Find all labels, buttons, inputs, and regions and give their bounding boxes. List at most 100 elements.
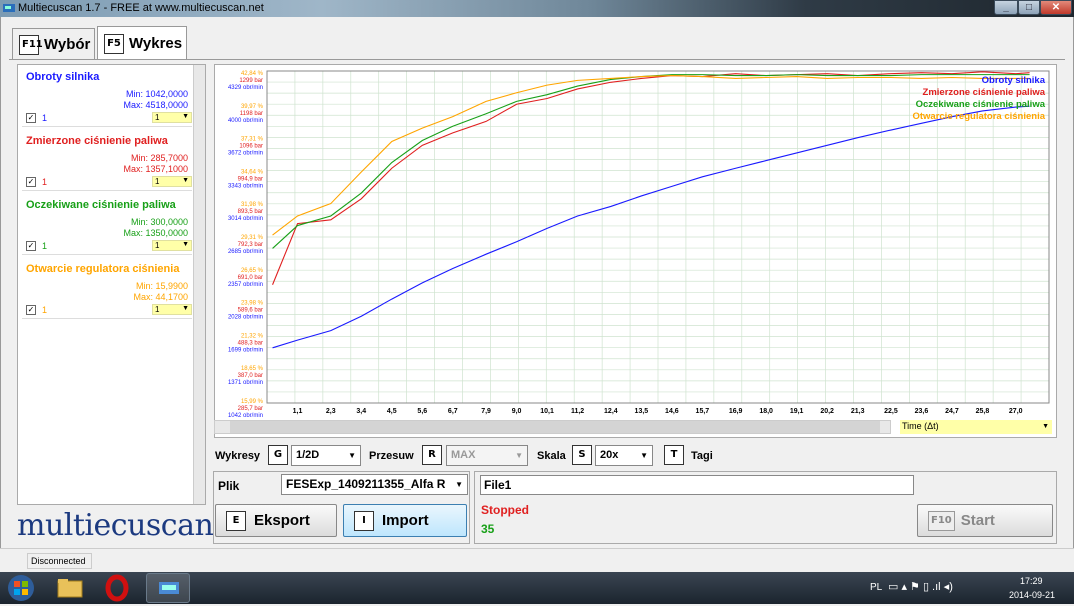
x-tick-label: 16,9 — [729, 408, 743, 415]
series-item[interactable]: Oczekiwane ciśnienie paliwa Min: 300,000… — [22, 193, 192, 255]
series-checkbox[interactable]: ✓ — [26, 305, 36, 315]
start-menu-button[interactable] — [2, 573, 40, 603]
series-item[interactable]: Otwarcie regulatora ciśnienia Min: 15,99… — [22, 257, 192, 319]
language-indicator[interactable]: PL — [870, 582, 882, 593]
przesuw-value: MAX — [451, 449, 476, 461]
x-tick-label: 24,7 — [945, 408, 959, 415]
eksport-label: Eksport — [254, 512, 310, 529]
series-item[interactable]: Zmierzone ciśnienie paliwa Min: 285,7000… — [22, 129, 192, 191]
clock-time[interactable]: 17:29 — [1020, 576, 1043, 586]
tab-label: Wykres — [129, 35, 183, 52]
minimize-button[interactable]: _ — [994, 0, 1018, 15]
multiecuscan-taskbar-icon[interactable] — [146, 573, 190, 603]
plik-value: FESExp_1409211355_Alfa R — [286, 477, 446, 491]
tagi-label: Tagi — [691, 450, 713, 462]
y-tick-rpm: 3672 obr/min — [228, 151, 263, 157]
file-name-input[interactable]: File1 — [480, 475, 914, 495]
start-button[interactable]: F10 Start — [917, 504, 1053, 537]
tab-divider — [9, 59, 1065, 60]
y-tick-rpm: 1699 obr/min — [228, 347, 263, 353]
y-tick-rpm: 4329 obr/min — [228, 85, 263, 91]
series-number: 1 — [42, 113, 48, 123]
chevron-down-icon: ▼ — [348, 451, 356, 460]
legend-entry: Zmierzone ciśnienie paliwa — [923, 87, 1046, 98]
eksport-button[interactable]: E Eksport — [215, 504, 337, 537]
series-axis-select[interactable]: 1 ▼ — [152, 304, 192, 315]
chart: 42,84 %1299 bar4329 obr/min 39,97 %1198 b… — [228, 70, 1050, 419]
legend-entry: Obroty silnika — [982, 75, 1046, 86]
x-tick-label: 7,9 — [481, 408, 491, 415]
y-tick-pct: 31,98 % — [241, 202, 264, 208]
y-tick-rpm: 3343 obr/min — [228, 183, 263, 189]
series-item[interactable]: Obroty silnika Min: 1042,0000 Max: 4518,… — [22, 65, 192, 127]
chevron-down-icon: ▼ — [455, 480, 463, 489]
series-min: Min: 15,9900 — [135, 281, 188, 291]
tagi-button[interactable]: T — [664, 445, 684, 465]
tab-wybor[interactable]: F11 Wybór — [12, 28, 95, 60]
y-tick-rpm: 1371 obr/min — [228, 380, 263, 386]
y-tick-bar: 1198 bar — [240, 111, 263, 117]
import-button[interactable]: I Import — [343, 504, 467, 537]
x-tick-label: 14,6 — [665, 408, 679, 415]
series-checkbox[interactable]: ✓ — [26, 177, 36, 187]
x-tick-label: 2,3 — [326, 408, 336, 415]
y-tick-pct: 23,98 % — [241, 301, 264, 307]
y-tick-rpm: 3014 obr/min — [228, 216, 263, 222]
y-tick-bar: 285,7 bar — [238, 406, 263, 412]
series-checkbox[interactable]: ✓ — [26, 241, 36, 251]
y-tick-bar: 792,3 bar — [238, 242, 263, 248]
x-tick-label: 10,1 — [540, 408, 554, 415]
tray-icons[interactable]: ▭ ▴ ⚑ ▯ .ıl ◂) — [888, 580, 953, 593]
series-min: Min: 300,0000 — [130, 217, 188, 227]
i-key-icon: I — [354, 510, 374, 531]
x-tick-label: 23,6 — [915, 408, 929, 415]
x-tick-label: 1,1 — [293, 408, 303, 415]
scrollbar-thumb[interactable] — [230, 421, 880, 433]
series-list-scrollbar[interactable] — [193, 65, 205, 504]
series-axis-value: 1 — [155, 241, 160, 250]
y-tick-bar: 994,9 bar — [238, 176, 263, 182]
explorer-taskbar-icon[interactable] — [50, 574, 90, 602]
time-axis-select[interactable]: Time (Δt) ▼ — [900, 420, 1052, 434]
chevron-down-icon: ▼ — [1042, 423, 1049, 430]
series-max: Max: 4518,0000 — [123, 100, 188, 110]
series-number: 1 — [42, 305, 48, 315]
series-checkbox[interactable]: ✓ — [26, 113, 36, 123]
y-tick-pct: 29,31 % — [241, 235, 264, 241]
series-name: Zmierzone ciśnienie paliwa — [26, 135, 168, 147]
x-tick-label: 11,2 — [571, 408, 584, 415]
window-title: Multiecuscan 1.7 - FREE at www.multiecus… — [18, 2, 264, 14]
series-line — [272, 105, 1030, 349]
x-tick-label: 15,7 — [696, 408, 710, 415]
wykresy-select[interactable]: 1/2D ▼ — [291, 445, 361, 466]
series-axis-value: 1 — [155, 113, 160, 122]
y-tick-rpm: 2028 obr/min — [228, 315, 263, 321]
maximize-button[interactable]: □ — [1018, 0, 1040, 15]
status-bar — [0, 548, 1074, 572]
series-axis-select[interactable]: 1 ▼ — [152, 176, 192, 187]
przesuw-select[interactable]: MAX ▼ — [446, 445, 528, 466]
y-tick-bar: 691,0 bar — [238, 275, 263, 281]
series-axis-select[interactable]: 1 ▼ — [152, 112, 192, 123]
close-button[interactable]: ✕ — [1040, 0, 1072, 15]
tab-wykres[interactable]: F5 Wykres — [97, 26, 187, 60]
clock-date[interactable]: 2014-09-21 — [1009, 590, 1055, 600]
skala-label: Skala — [537, 450, 566, 462]
y-tick-pct: 34,64 % — [241, 169, 264, 175]
plik-select[interactable]: FESExp_1409211355_Alfa R ▼ — [281, 474, 468, 495]
y-tick-pct: 37,31 % — [241, 137, 264, 143]
skala-select[interactable]: 20x ▼ — [595, 445, 653, 466]
x-tick-label: 27,0 — [1009, 408, 1023, 415]
import-label: Import — [382, 512, 429, 529]
time-axis-value: Time (Δt) — [902, 421, 939, 431]
x-tick-label: 25,8 — [976, 408, 990, 415]
tab-label: Wybór — [44, 36, 91, 53]
y-tick-bar: 589,6 bar — [238, 308, 263, 314]
y-tick-pct: 15,99 % — [241, 399, 264, 405]
opera-taskbar-icon[interactable] — [97, 574, 137, 602]
y-tick-rpm: 1042 obr/min — [228, 413, 263, 419]
przesuw-label: Przesuw — [369, 450, 414, 462]
f5-key-icon: F5 — [104, 33, 124, 54]
series-number: 1 — [42, 177, 48, 187]
series-axis-select[interactable]: 1 ▼ — [152, 240, 192, 251]
